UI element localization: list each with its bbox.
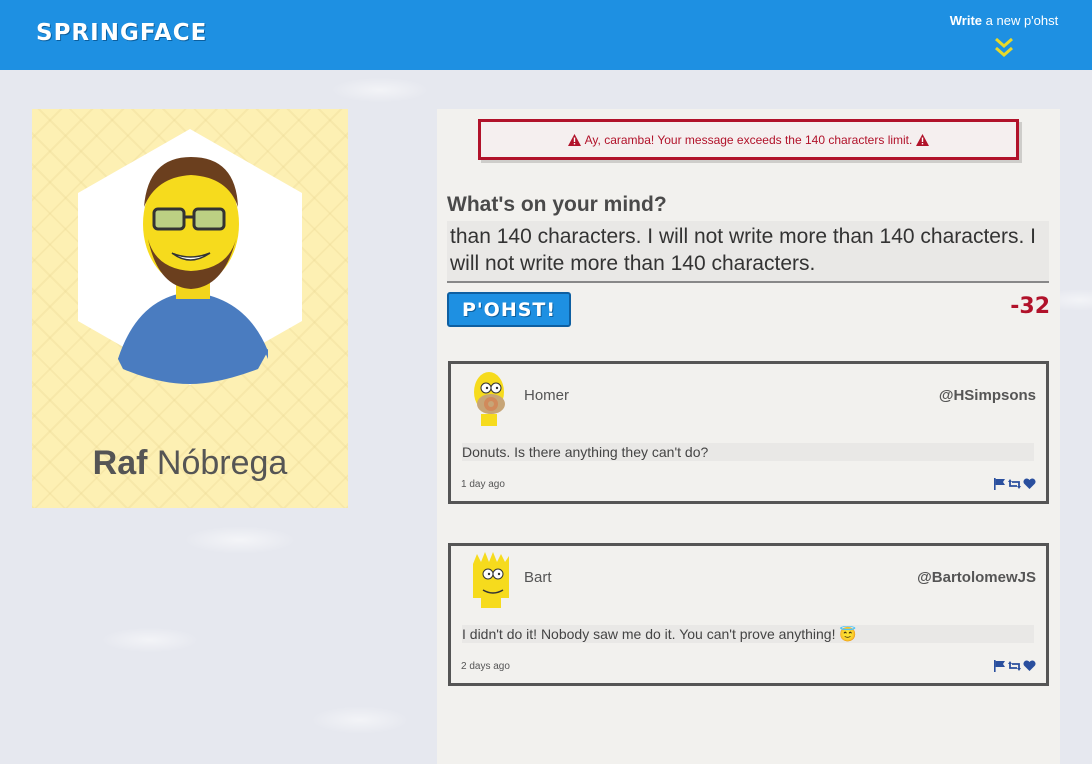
composer-label: What's on your mind? <box>447 193 667 216</box>
post-author-name: Homer <box>524 387 570 404</box>
post-actions <box>993 478 1036 490</box>
post-author-handle[interactable]: @HSimpsons <box>939 387 1036 404</box>
app-logo[interactable]: SPRINGFACE <box>36 20 207 46</box>
retweet-icon[interactable] <box>1008 660 1021 672</box>
write-new-post-link[interactable]: Write a new p'ohst <box>940 13 1068 28</box>
top-header: SPRINGFACE Write a new p'ohst <box>0 0 1092 70</box>
warning-icon <box>567 133 581 146</box>
post-button[interactable]: P'OHST! <box>447 292 571 327</box>
profile-name: Raf Nóbrega <box>32 444 348 483</box>
flag-icon[interactable] <box>993 478 1006 490</box>
post-timestamp: 2 days ago <box>461 661 510 672</box>
profile-first-name: Raf <box>92 444 148 482</box>
alert-message: Ay, caramba! Your message exceeds the 14… <box>584 132 913 147</box>
flag-icon[interactable] <box>993 660 1006 672</box>
post-author-handle[interactable]: @BartolomewJS <box>917 569 1036 586</box>
homer-avatar <box>474 372 505 426</box>
post-body: I didn't do it! Nobody saw me do it. You… <box>462 625 1034 643</box>
error-alert: Ay, caramba! Your message exceeds the 14… <box>478 119 1019 160</box>
character-counter: -32 <box>1010 294 1050 319</box>
retweet-icon[interactable] <box>1008 478 1021 490</box>
post-card: Homer @HSimpsons Donuts. Is there anythi… <box>448 361 1049 504</box>
heart-icon[interactable] <box>1023 478 1036 490</box>
heart-icon[interactable] <box>1023 660 1036 672</box>
write-link-rest: a new p'ohst <box>982 13 1059 28</box>
profile-card: Raf Nóbrega <box>32 109 348 508</box>
write-link-bold: Write <box>949 13 983 28</box>
post-timestamp: 1 day ago <box>461 479 505 490</box>
profile-avatar <box>78 129 302 385</box>
bart-avatar <box>473 552 509 608</box>
post-body: Donuts. Is there anything they can't do? <box>462 443 1034 461</box>
warning-icon <box>916 133 930 146</box>
double-chevron-down-icon[interactable] <box>993 37 1015 59</box>
main-feed: Ay, caramba! Your message exceeds the 14… <box>437 109 1060 764</box>
profile-last-name: Nóbrega <box>156 444 288 482</box>
post-textarea[interactable]: than 140 characters. I will not write mo… <box>447 221 1049 283</box>
post-actions <box>993 660 1036 672</box>
post-card: Bart @BartolomewJS I didn't do it! Nobod… <box>448 543 1049 686</box>
post-author-name: Bart <box>524 569 552 586</box>
